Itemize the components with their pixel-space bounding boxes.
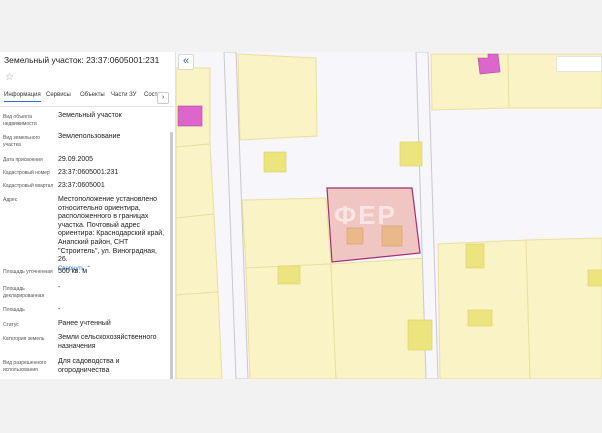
parcel bbox=[237, 53, 318, 141]
attribute-label: Площадь декларированная bbox=[3, 286, 45, 299]
address-value: Местоположение установлено относительно … bbox=[58, 196, 166, 273]
attribute-value: Землепользование bbox=[58, 133, 121, 140]
attribute-value: Земли сельскохозяйственного назначения bbox=[58, 334, 157, 350]
attribute-label: Вид разрешенного использования bbox=[3, 360, 47, 373]
building bbox=[399, 141, 423, 167]
building bbox=[177, 105, 203, 127]
info-panel: Земельный участок: 23:37:0605001:231 ☆ И… bbox=[0, 52, 176, 379]
app-frame: ФЕР « Земельный участок: 23:37:0605001:2… bbox=[0, 52, 602, 379]
building bbox=[587, 269, 602, 287]
status-value: Ранее учтенный bbox=[58, 320, 111, 327]
attribute-label: Кадастровый квартал bbox=[3, 183, 54, 189]
building bbox=[263, 151, 287, 173]
tab-parts[interactable]: Части ЗУ bbox=[111, 92, 136, 101]
parcel bbox=[330, 257, 431, 379]
tab-bar: Информация Сервисы Объекты Части ЗУ Сост… bbox=[0, 91, 175, 107]
tab-objects[interactable]: Объекты bbox=[80, 92, 105, 101]
tab-scroll-right-button[interactable]: › bbox=[157, 92, 169, 104]
attribute-label: Вид объекта недвижимости bbox=[3, 114, 37, 127]
attribute-label: Вид земельного участка bbox=[3, 135, 41, 148]
parcel bbox=[176, 143, 215, 219]
parcel bbox=[525, 237, 602, 379]
map-view[interactable]: ФЕР « bbox=[176, 52, 602, 379]
building bbox=[467, 309, 493, 327]
attribute-value: 23:37:0605001:231 bbox=[58, 169, 119, 176]
parcel bbox=[176, 213, 219, 296]
tab-information[interactable]: Информация bbox=[4, 92, 41, 102]
attribute-value: 500 кв. м bbox=[58, 268, 88, 275]
tab-services[interactable]: Сервисы bbox=[46, 92, 71, 101]
building bbox=[277, 265, 301, 285]
attribute-label: Кадастровый номер bbox=[3, 170, 50, 176]
attribute-value: Земельный участок bbox=[58, 112, 122, 119]
map-watermark: ФЕР bbox=[334, 200, 397, 230]
building bbox=[407, 319, 433, 351]
attribute-label: Площадь уточненная bbox=[3, 269, 53, 275]
attribute-value: 29.09.2005 bbox=[58, 156, 94, 163]
parcel bbox=[241, 197, 332, 269]
attribute-label: Адрес bbox=[3, 197, 18, 203]
map-search-box[interactable] bbox=[556, 56, 602, 72]
parcel bbox=[176, 291, 223, 379]
attribute-value: - bbox=[58, 284, 61, 291]
favorite-star-icon[interactable]: ☆ bbox=[5, 72, 14, 83]
attribute-label: Статус bbox=[3, 322, 19, 328]
address-text: Местоположение установлено относительно … bbox=[58, 196, 165, 264]
attribute-label: Площадь bbox=[3, 307, 25, 313]
attribute-value: - bbox=[58, 306, 61, 313]
collapse-panel-button[interactable]: « bbox=[178, 54, 194, 70]
panel-scrollbar[interactable] bbox=[170, 132, 173, 379]
building bbox=[465, 243, 485, 269]
attribute-value: Для садоводства и огородничества bbox=[58, 358, 120, 374]
panel-title: Земельный участок: 23:37:0605001:231 bbox=[4, 55, 160, 65]
attribute-label: Дата присвоения bbox=[3, 157, 43, 163]
attribute-label: Категория земель bbox=[3, 336, 45, 342]
attribute-value: 23:37:0605001 bbox=[58, 182, 105, 189]
